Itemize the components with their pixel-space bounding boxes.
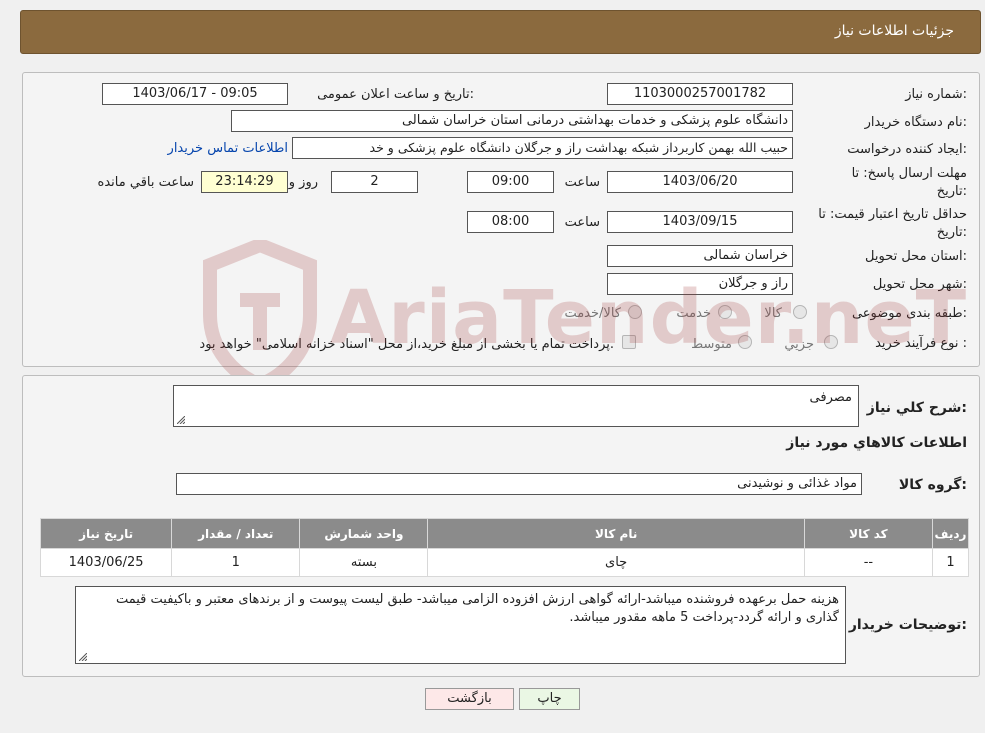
city-field: راز و جرگلان — [607, 273, 793, 295]
buyer-org-label: نام دستگاه خریدار: — [864, 115, 967, 130]
category-goods-radio[interactable] — [793, 305, 807, 319]
process-medium-radio[interactable] — [738, 335, 752, 349]
deadline-label: مهلت ارسال پاسخ: تا — [851, 166, 967, 181]
category-goods-service-label: کالا/خدمت — [564, 306, 621, 321]
category-goods-label: کالا — [764, 306, 782, 321]
announce-field: 1403/06/17 - 09:05 — [102, 83, 288, 105]
process-minor-radio[interactable] — [824, 335, 838, 349]
buyer-contact-link[interactable]: اطلاعات تماس خریدار — [168, 141, 288, 156]
deadline-label-2: تاریخ: — [936, 184, 967, 199]
description-label: شرح کلي نياز: — [866, 400, 967, 416]
days-field: 2 — [331, 171, 418, 193]
items-table: رديف کد کالا نام کالا واحد شمارش تعداد /… — [39, 518, 970, 577]
items-table-header: رديف کد کالا نام کالا واحد شمارش تعداد /… — [39, 518, 970, 549]
col-code-header: کد کالا — [803, 518, 933, 549]
need-number-field: 1103000257001782 — [607, 83, 793, 105]
table-row: 1 -- چای بسته 1 1403/06/25 — [39, 548, 970, 577]
category-service-radio[interactable] — [718, 305, 732, 319]
items-heading: اطلاعات کالاهاي مورد نياز — [786, 435, 967, 451]
validity-label: حداقل تاریخ اعتبار قیمت: تا — [818, 207, 967, 222]
city-label: شهر محل تحویل: — [872, 277, 967, 292]
description-text: مصرفی — [809, 390, 852, 405]
category-service-label: خدمت — [676, 306, 711, 321]
cell-row: 1 — [931, 548, 970, 577]
days-label: روز و — [288, 175, 318, 190]
remaining-time-field: 23:14:29 — [201, 171, 288, 193]
validity-time-label: ساعت — [564, 215, 600, 230]
process-label: نوع فرآیند خرید : — [875, 336, 967, 351]
resize-grip-icon[interactable] — [79, 653, 87, 661]
back-button[interactable]: بازگشت — [425, 688, 514, 710]
treasury-docs-checkbox[interactable] — [622, 335, 636, 349]
print-button[interactable]: چاپ — [519, 688, 580, 710]
remaining-label: ساعت باقي مانده — [97, 175, 194, 190]
col-unit-header: واحد شمارش — [299, 518, 429, 549]
col-date-header: تاریخ نیاز — [39, 518, 173, 549]
category-label: طبقه بندی موضوعی: — [851, 306, 967, 321]
need-number-label: شماره نیاز: — [905, 87, 967, 102]
buyer-org-field: دانشگاه علوم پزشکی و خدمات بهداشتی درمان… — [231, 110, 793, 132]
buyer-notes-field: هزینه حمل برعهده فروشنده میباشد-ارائه گو… — [75, 586, 846, 664]
deadline-date-field: 1403/06/20 — [607, 171, 793, 193]
process-medium-label: متوسط — [691, 337, 732, 352]
description-field: مصرفی — [173, 385, 859, 427]
cell-qty: 1 — [171, 548, 301, 577]
buyer-notes-label: توضیحات خریدار: — [848, 617, 967, 633]
category-goods-service-radio[interactable] — [628, 305, 642, 319]
validity-date-field: 1403/09/15 — [607, 211, 793, 233]
page-header: جزئیات اطلاعات نیاز — [20, 10, 981, 54]
process-minor-label: جزیي — [784, 337, 814, 352]
buyer-notes-text: هزینه حمل برعهده فروشنده میباشد-ارائه گو… — [115, 592, 839, 625]
cell-code: -- — [803, 548, 933, 577]
creator-label: ایجاد کننده درخواست: — [847, 142, 967, 157]
deadline-time-field: 09:00 — [467, 171, 554, 193]
deadline-time-label: ساعت — [564, 175, 600, 190]
province-field: خراسان شمالی — [607, 245, 793, 267]
creator-field: حبیب الله بهمن کاربرداز شبکه بهداشت راز … — [292, 137, 793, 159]
province-label: استان محل تحویل: — [865, 249, 967, 264]
announce-label: تاریخ و ساعت اعلان عمومی: — [317, 87, 474, 102]
cell-unit: بسته — [299, 548, 429, 577]
validity-time-field: 08:00 — [467, 211, 554, 233]
group-label: گروه کالا: — [898, 477, 967, 493]
resize-grip-icon[interactable] — [177, 416, 185, 424]
col-qty-header: تعداد / مقدار — [171, 518, 301, 549]
col-row-header: رديف — [931, 518, 970, 549]
col-name-header: نام کالا — [427, 518, 805, 549]
validity-label-2: تاریخ: — [936, 225, 967, 240]
process-note: پرداخت تمام یا بخشی از مبلغ خرید،از محل … — [199, 337, 614, 352]
cell-name: چای — [427, 548, 805, 577]
cell-date: 1403/06/25 — [39, 548, 173, 577]
page-title: جزئیات اطلاعات نیاز — [834, 23, 954, 39]
group-field: مواد غذائی و نوشیدنی — [176, 473, 862, 495]
